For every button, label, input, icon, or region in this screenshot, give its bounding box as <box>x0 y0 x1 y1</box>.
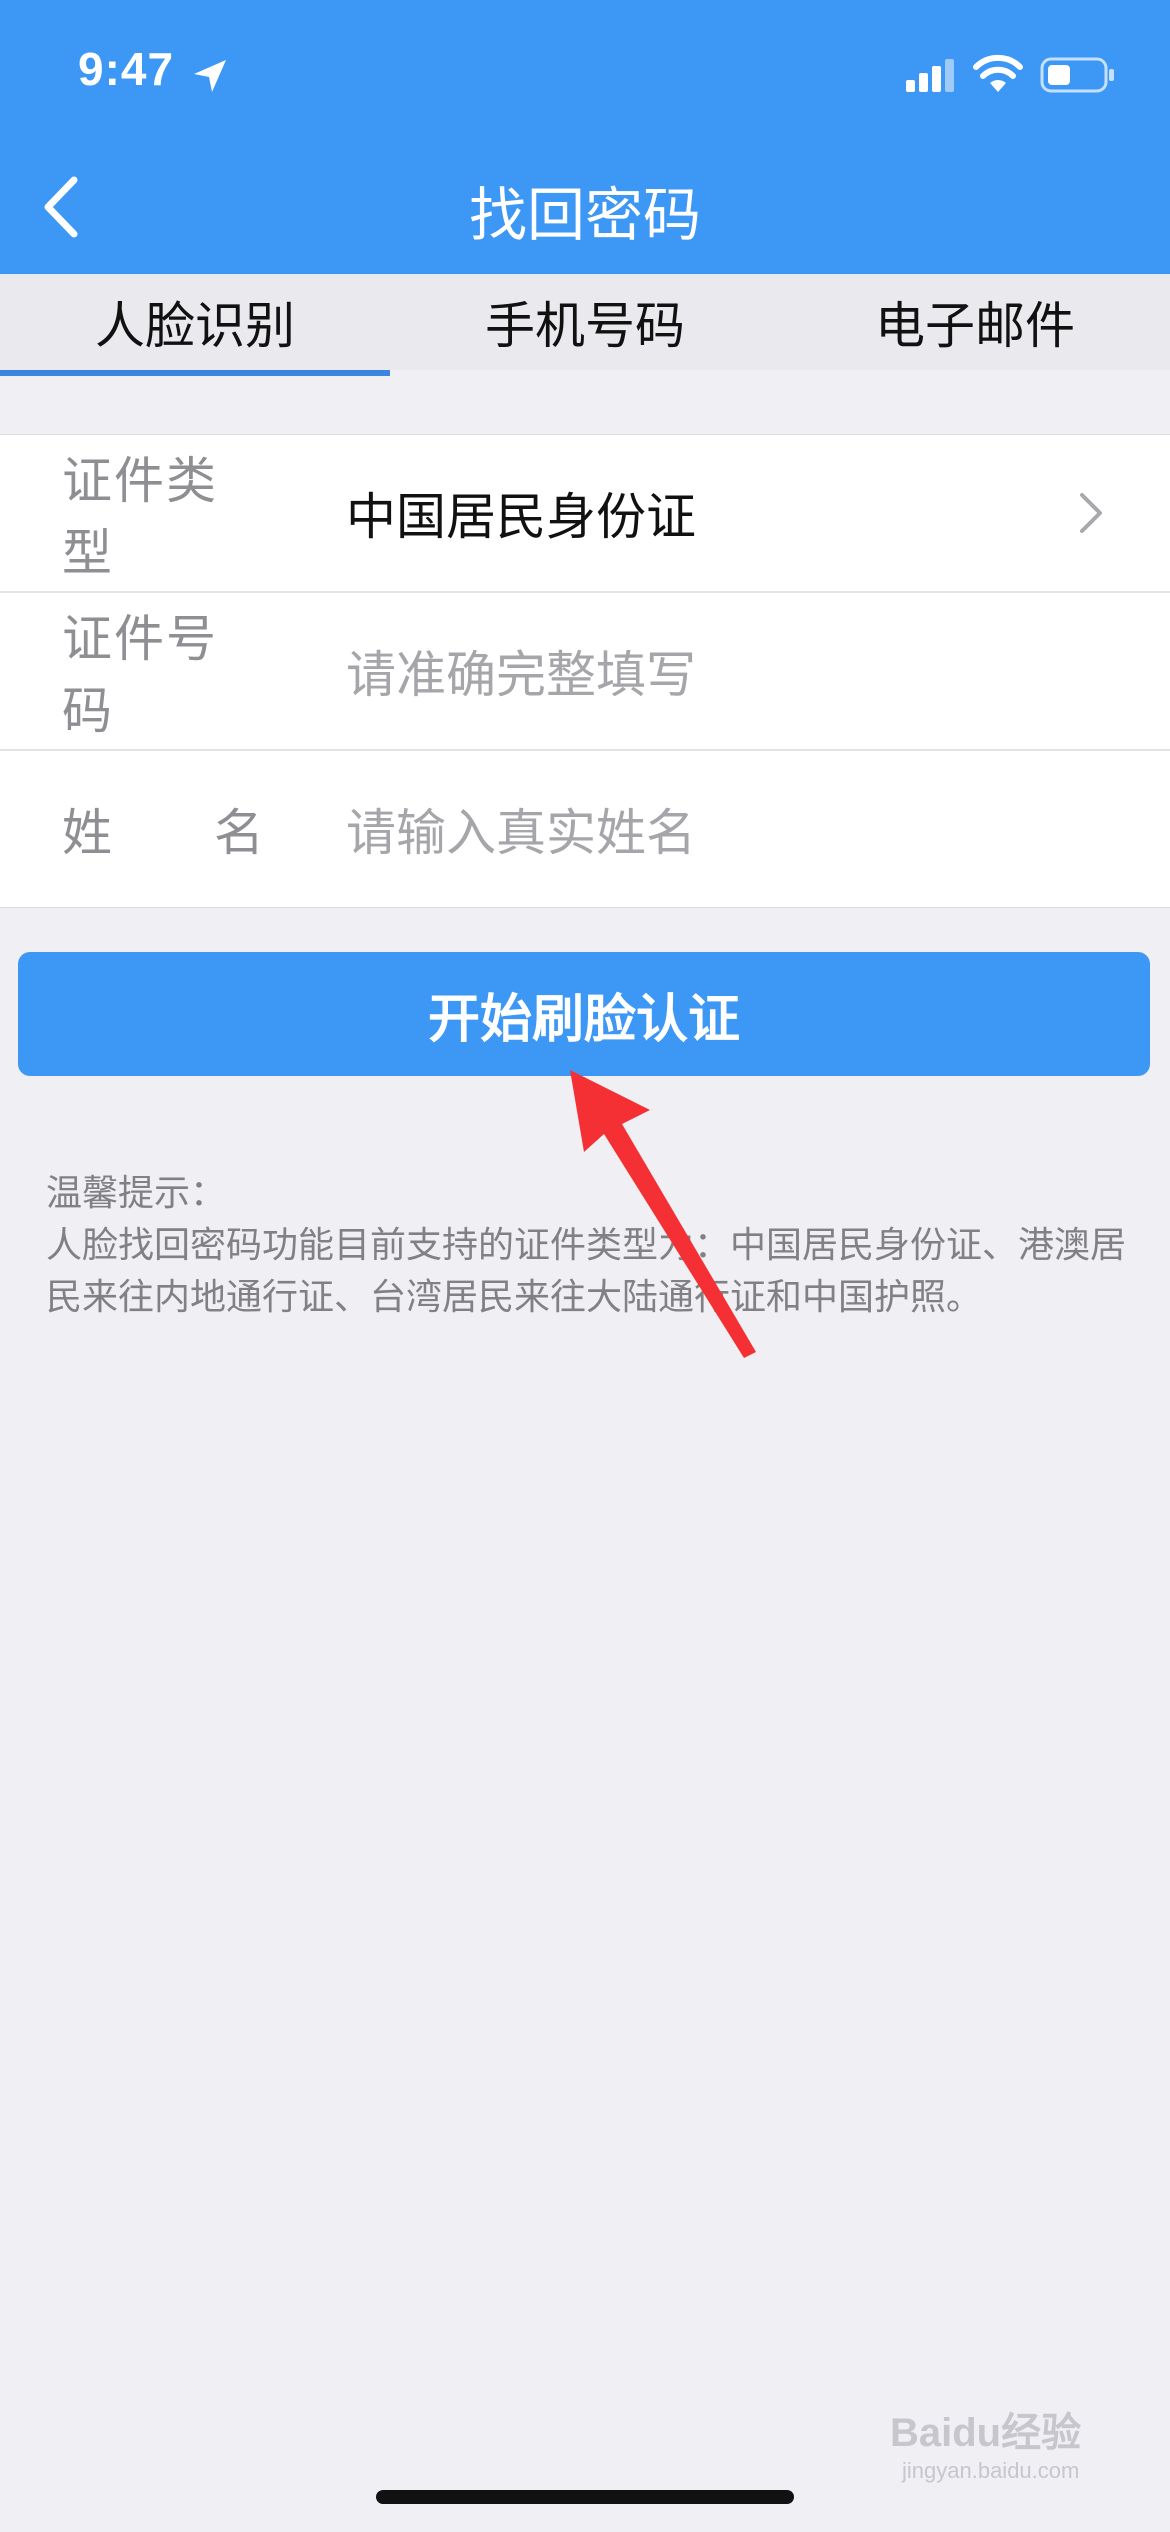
battery-icon <box>1040 57 1114 93</box>
location-arrow-icon <box>194 60 226 92</box>
id-number-field[interactable]: 证件号码 请准确完整填写 <box>0 593 1170 751</box>
watermark-url: jingyan.baidu.com <box>902 2458 1080 2483</box>
app-header: 9:47 找回密码 <box>0 0 1170 274</box>
chevron-right-icon <box>1080 493 1102 533</box>
identity-form: 证件类型 中国居民身份证 证件号码 请准确完整填写 姓 名 请输入真实姓名 <box>0 434 1170 908</box>
cellular-signal-icon <box>906 59 954 92</box>
baidu-watermark: Baidu经验 jingyan.baidu.com <box>890 2400 1081 2484</box>
id-number-label: 证件号码 <box>62 610 218 740</box>
id-type-value: 中国居民身份证 <box>346 488 696 546</box>
name-label-first: 姓 <box>62 804 114 862</box>
start-face-verification-button[interactable]: 开始刷脸认证 <box>18 952 1150 1076</box>
tab-phone-number[interactable]: 手机号码 <box>390 274 780 370</box>
status-time: 9:47 <box>78 43 175 95</box>
tab-label: 电子邮件 <box>875 297 1075 355</box>
id-type-label: 证件类型 <box>62 452 218 582</box>
tab-label: 人脸识别 <box>95 297 295 355</box>
name-placeholder[interactable]: 请输入真实姓名 <box>346 793 696 865</box>
tab-email[interactable]: 电子邮件 <box>780 274 1170 370</box>
id-type-selector[interactable]: 证件类型 中国居民身份证 <box>0 435 1170 593</box>
tab-face-recognition[interactable]: 人脸识别 <box>0 274 390 376</box>
watermark-brand: Baidu经验 <box>890 2411 1082 2455</box>
page-title: 找回密码 <box>468 181 701 249</box>
id-number-placeholder[interactable]: 请准确完整填写 <box>346 635 696 707</box>
name-label: 姓 名 <box>62 793 266 865</box>
name-label-second: 名 <box>214 804 266 862</box>
home-indicator[interactable] <box>376 2490 794 2504</box>
wifi-icon <box>973 54 1023 92</box>
recovery-method-tabs: 人脸识别 手机号码 电子邮件 <box>0 274 1170 376</box>
annotation-arrow-icon <box>570 1070 756 1358</box>
name-field[interactable]: 姓 名 请输入真实姓名 <box>0 751 1170 907</box>
tab-label: 手机号码 <box>485 297 685 355</box>
